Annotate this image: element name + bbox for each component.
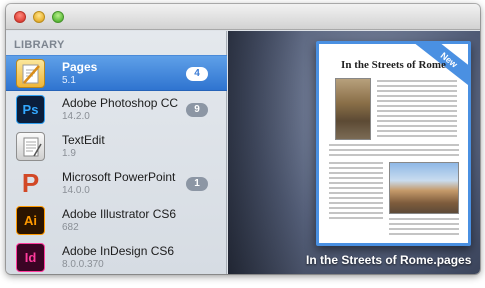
text-column xyxy=(377,80,457,140)
app-version: 5.1 xyxy=(62,75,76,86)
app-name: TextEdit xyxy=(62,133,105,147)
pages-icon xyxy=(16,59,45,88)
library-item-pages[interactable]: Pages 5.1 4 xyxy=(6,55,227,91)
document-thumbnail[interactable]: New In the Streets of Rome xyxy=(316,41,471,246)
library-item-textedit[interactable]: TextEdit 1.9 xyxy=(6,129,227,165)
library-item-indesign[interactable]: Id Adobe InDesign CS6 8.0.0.370 xyxy=(6,240,227,274)
app-name: Adobe Illustrator CS6 xyxy=(62,207,177,221)
text-block xyxy=(329,144,459,159)
document-preview-area: New In the Streets of Rome In the Street… xyxy=(228,31,480,274)
photoshop-icon: Ps xyxy=(16,95,45,124)
text-block xyxy=(389,218,459,238)
app-version: 14.2.0 xyxy=(62,111,90,122)
title-bar xyxy=(6,4,480,30)
app-name: Adobe InDesign CS6 xyxy=(62,244,175,258)
text-column xyxy=(329,162,383,222)
library-item-photoshop[interactable]: Ps Adobe Photoshop CC 14.2.0 9 xyxy=(6,92,227,128)
app-name: Adobe Photoshop CC xyxy=(62,96,179,110)
app-version: 682 xyxy=(62,222,79,233)
library-section-header: LIBRARY xyxy=(14,39,65,51)
library-item-powerpoint[interactable]: P Microsoft PowerPoint 14.0.0 1 xyxy=(6,166,227,202)
illustrator-icon: Ai xyxy=(16,206,45,235)
update-count-badge: 1 xyxy=(186,177,208,191)
update-count-badge: 9 xyxy=(186,103,208,117)
document-heading: In the Streets of Rome xyxy=(341,59,446,71)
app-window: LIBRARY Pages 5.1 4 Ps Adobe Photoshop C… xyxy=(6,4,480,274)
zoom-window-button[interactable] xyxy=(52,11,64,23)
document-filename: In the Streets of Rome.pages xyxy=(306,253,472,267)
powerpoint-icon: P xyxy=(21,168,40,198)
app-version: 8.0.0.370 xyxy=(62,259,104,270)
update-count-badge: 4 xyxy=(186,67,208,81)
minimize-window-button[interactable] xyxy=(33,11,45,23)
app-name: Pages xyxy=(62,60,98,74)
street-photo xyxy=(335,78,371,140)
indesign-icon: Id xyxy=(16,243,45,272)
city-photo xyxy=(389,162,459,214)
app-name: Microsoft PowerPoint xyxy=(62,170,176,184)
library-sidebar: LIBRARY Pages 5.1 4 Ps Adobe Photoshop C… xyxy=(6,31,227,274)
app-version: 1.9 xyxy=(62,148,76,159)
close-window-button[interactable] xyxy=(14,11,26,23)
library-item-illustrator[interactable]: Ai Adobe Illustrator CS6 682 xyxy=(6,203,227,239)
textedit-icon xyxy=(16,132,45,161)
app-version: 14.0.0 xyxy=(62,185,90,196)
